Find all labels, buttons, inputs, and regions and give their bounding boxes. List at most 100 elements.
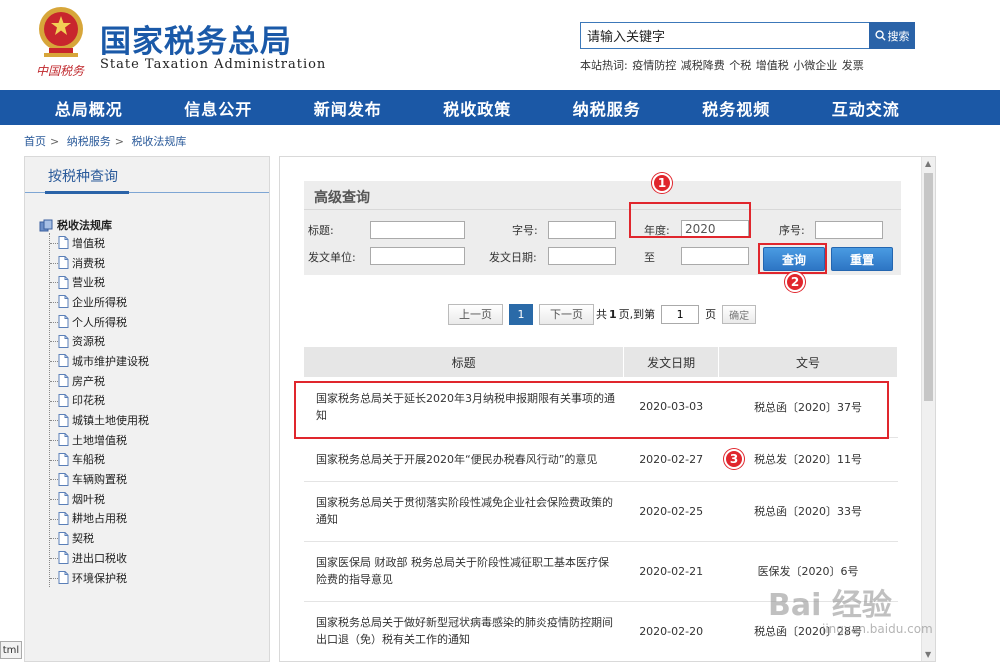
site-title[interactable]: 国家税务总局 (100, 16, 292, 61)
sidebar-item-label: 个人所得税 (72, 315, 127, 329)
sidebar-item[interactable]: 资源税 (50, 331, 149, 351)
breadcrumb-sep: > (114, 135, 124, 148)
sidebar-item[interactable]: 营业税 (50, 272, 149, 292)
sidebar-item-label: 城镇土地使用税 (72, 414, 149, 428)
nav-item-disclosure[interactable]: 信息公开 (154, 96, 284, 120)
sidebar-item-label: 房产税 (72, 374, 105, 388)
hot-word[interactable]: 发票 (842, 59, 864, 72)
sidebar-item[interactable]: 土地增值税 (50, 430, 149, 450)
result-title-link[interactable]: 国家税务总局关于贯彻落实阶段性减免企业社会保险费政策的通知 (304, 481, 624, 542)
sidebar-item[interactable]: 城市维护建设税 (50, 351, 149, 371)
breadcrumb-service[interactable]: 纳税服务 (67, 135, 111, 148)
scroll-down-icon[interactable]: ▼ (925, 650, 931, 659)
nav-item-service[interactable]: 纳税服务 (542, 96, 672, 120)
date-from-input[interactable] (548, 247, 616, 265)
sidebar-item[interactable]: 耕地占用税 (50, 509, 149, 529)
document-icon (58, 393, 69, 407)
sidebar-item[interactable]: 契税 (50, 528, 149, 548)
result-title-link[interactable]: 国家税务总局关于开展2020年“便民办税春风行动”的意见 (304, 437, 624, 482)
hot-word[interactable]: 增值税 (756, 59, 789, 72)
issuer-input[interactable] (370, 247, 465, 265)
result-date: 2020-02-25 (623, 481, 719, 542)
vertical-scrollbar[interactable]: ▲ ▼ (921, 157, 935, 661)
sidebar-heading-underline (45, 191, 129, 194)
breadcrumb-sep: > (50, 135, 60, 148)
result-title-link[interactable]: 国家医保局 财政部 税务总局关于阶段性减征职工基本医疗保险费的指导意见 (304, 541, 624, 602)
search-input[interactable] (581, 23, 869, 48)
document-icon (58, 492, 69, 506)
sidebar-item-label: 耕地占用税 (72, 512, 127, 526)
hot-word[interactable]: 疫情防控 (632, 59, 676, 72)
hot-label: 本站热词: (580, 59, 628, 72)
hot-word[interactable]: 小微企业 (793, 59, 837, 72)
sidebar-item[interactable]: 企业所得税 (50, 292, 149, 312)
tree-root[interactable]: 税收法规库 (39, 217, 149, 233)
scroll-up-icon[interactable]: ▲ (925, 159, 931, 168)
result-date: 2020-02-20 (623, 601, 719, 661)
next-page-button[interactable]: 下一页 (539, 303, 594, 325)
sidebar-item[interactable]: 车船税 (50, 450, 149, 470)
nav-item-news[interactable]: 新闻发布 (283, 96, 413, 120)
header-doc-no: 文号 (718, 347, 898, 377)
sidebar-item-label: 营业税 (72, 276, 105, 290)
national-emblem-icon[interactable] (30, 4, 92, 62)
breadcrumb: 首页 > 纳税服务 > 税收法规库 (24, 133, 186, 149)
sidebar-item[interactable]: 房产税 (50, 371, 149, 391)
current-page[interactable]: 1 (509, 303, 533, 325)
document-icon (58, 452, 69, 466)
nav-item-interaction[interactable]: 互动交流 (801, 96, 931, 120)
sidebar-item[interactable]: 消费税 (50, 253, 149, 273)
sidebar-item-label: 土地增值税 (72, 433, 127, 447)
document-icon (58, 236, 69, 250)
title-input[interactable] (370, 221, 465, 239)
document-icon (58, 571, 69, 585)
breadcrumb-current[interactable]: 税收法规库 (131, 135, 186, 148)
site-title-en: State Taxation Administration (100, 57, 327, 72)
nav-item-overview[interactable]: 总局概况 (24, 96, 154, 120)
sidebar-item[interactable]: 城镇土地使用税 (50, 410, 149, 430)
sidebar-item[interactable]: 烟叶税 (50, 489, 149, 509)
nav-item-policy[interactable]: 税收政策 (413, 96, 543, 120)
sidebar-item[interactable]: 环境保护税 (50, 568, 149, 588)
reset-button[interactable]: 重置 (831, 247, 893, 271)
sidebar-item-label: 企业所得税 (72, 295, 127, 309)
sidebar-item[interactable]: 印花税 (50, 391, 149, 411)
sidebar-item[interactable]: 车辆购置税 (50, 469, 149, 489)
total-suffix: 页,到第 (618, 308, 656, 321)
books-icon (39, 219, 53, 231)
prev-page-button[interactable]: 上一页 (448, 303, 503, 325)
hot-word[interactable]: 个税 (729, 59, 751, 72)
search-button[interactable]: 搜索 (869, 22, 915, 49)
sidebar-item[interactable]: 个人所得税 (50, 312, 149, 332)
hot-words: 本站热词: 疫情防控 减税降费 个税 增值税 小微企业 发票 (580, 57, 865, 73)
doc-no-input[interactable] (548, 221, 616, 239)
document-icon (58, 413, 69, 427)
seq-input[interactable] (815, 221, 883, 239)
hot-word[interactable]: 减税降费 (681, 59, 725, 72)
seq-label: 序号: (779, 224, 805, 237)
scroll-thumb[interactable] (924, 173, 933, 401)
table-row[interactable]: 国家税务总局关于贯彻落实阶段性减免企业社会保险费政策的通知 2020-02-25 税… (304, 481, 898, 542)
document-icon (58, 256, 69, 270)
nav-item-video[interactable]: 税务视频 (672, 96, 802, 120)
result-title-link[interactable]: 国家税务总局关于做好新型冠状病毒感染的肺炎疫情防控期间出口退（免）税有关工作的通… (304, 601, 624, 661)
document-icon (58, 315, 69, 329)
goto-page-input[interactable] (661, 304, 700, 324)
breadcrumb-home[interactable]: 首页 (24, 135, 46, 148)
document-icon (58, 275, 69, 289)
sidebar-item[interactable]: 进出口税收 (50, 548, 149, 568)
search-button-label: 搜索 (887, 29, 910, 43)
document-icon (58, 334, 69, 348)
sidebar-item[interactable]: 增值税 (50, 233, 149, 253)
document-icon (58, 433, 69, 447)
goto-confirm-button[interactable]: 确定 (722, 304, 757, 324)
sidebar-heading[interactable]: 按税种查询 (48, 166, 118, 186)
header-title: 标题 (304, 347, 625, 377)
date-to-label: 至 (644, 251, 655, 264)
tree-list: 增值税 消费税营业税企业所得税个人所得税资源税 城市维护建设税房产税印花税城镇土地使… (49, 233, 149, 588)
doc-no-label: 字号: (512, 224, 538, 237)
page: 中国税务 国家税务总局 State Taxation Administratio… (0, 0, 1000, 662)
title-label: 标题: (308, 224, 334, 237)
table-row[interactable]: 国家税务总局关于开展2020年“便民办税春风行动”的意见 2020-02-27 税总… (304, 437, 898, 482)
date-to-input[interactable] (681, 247, 749, 265)
